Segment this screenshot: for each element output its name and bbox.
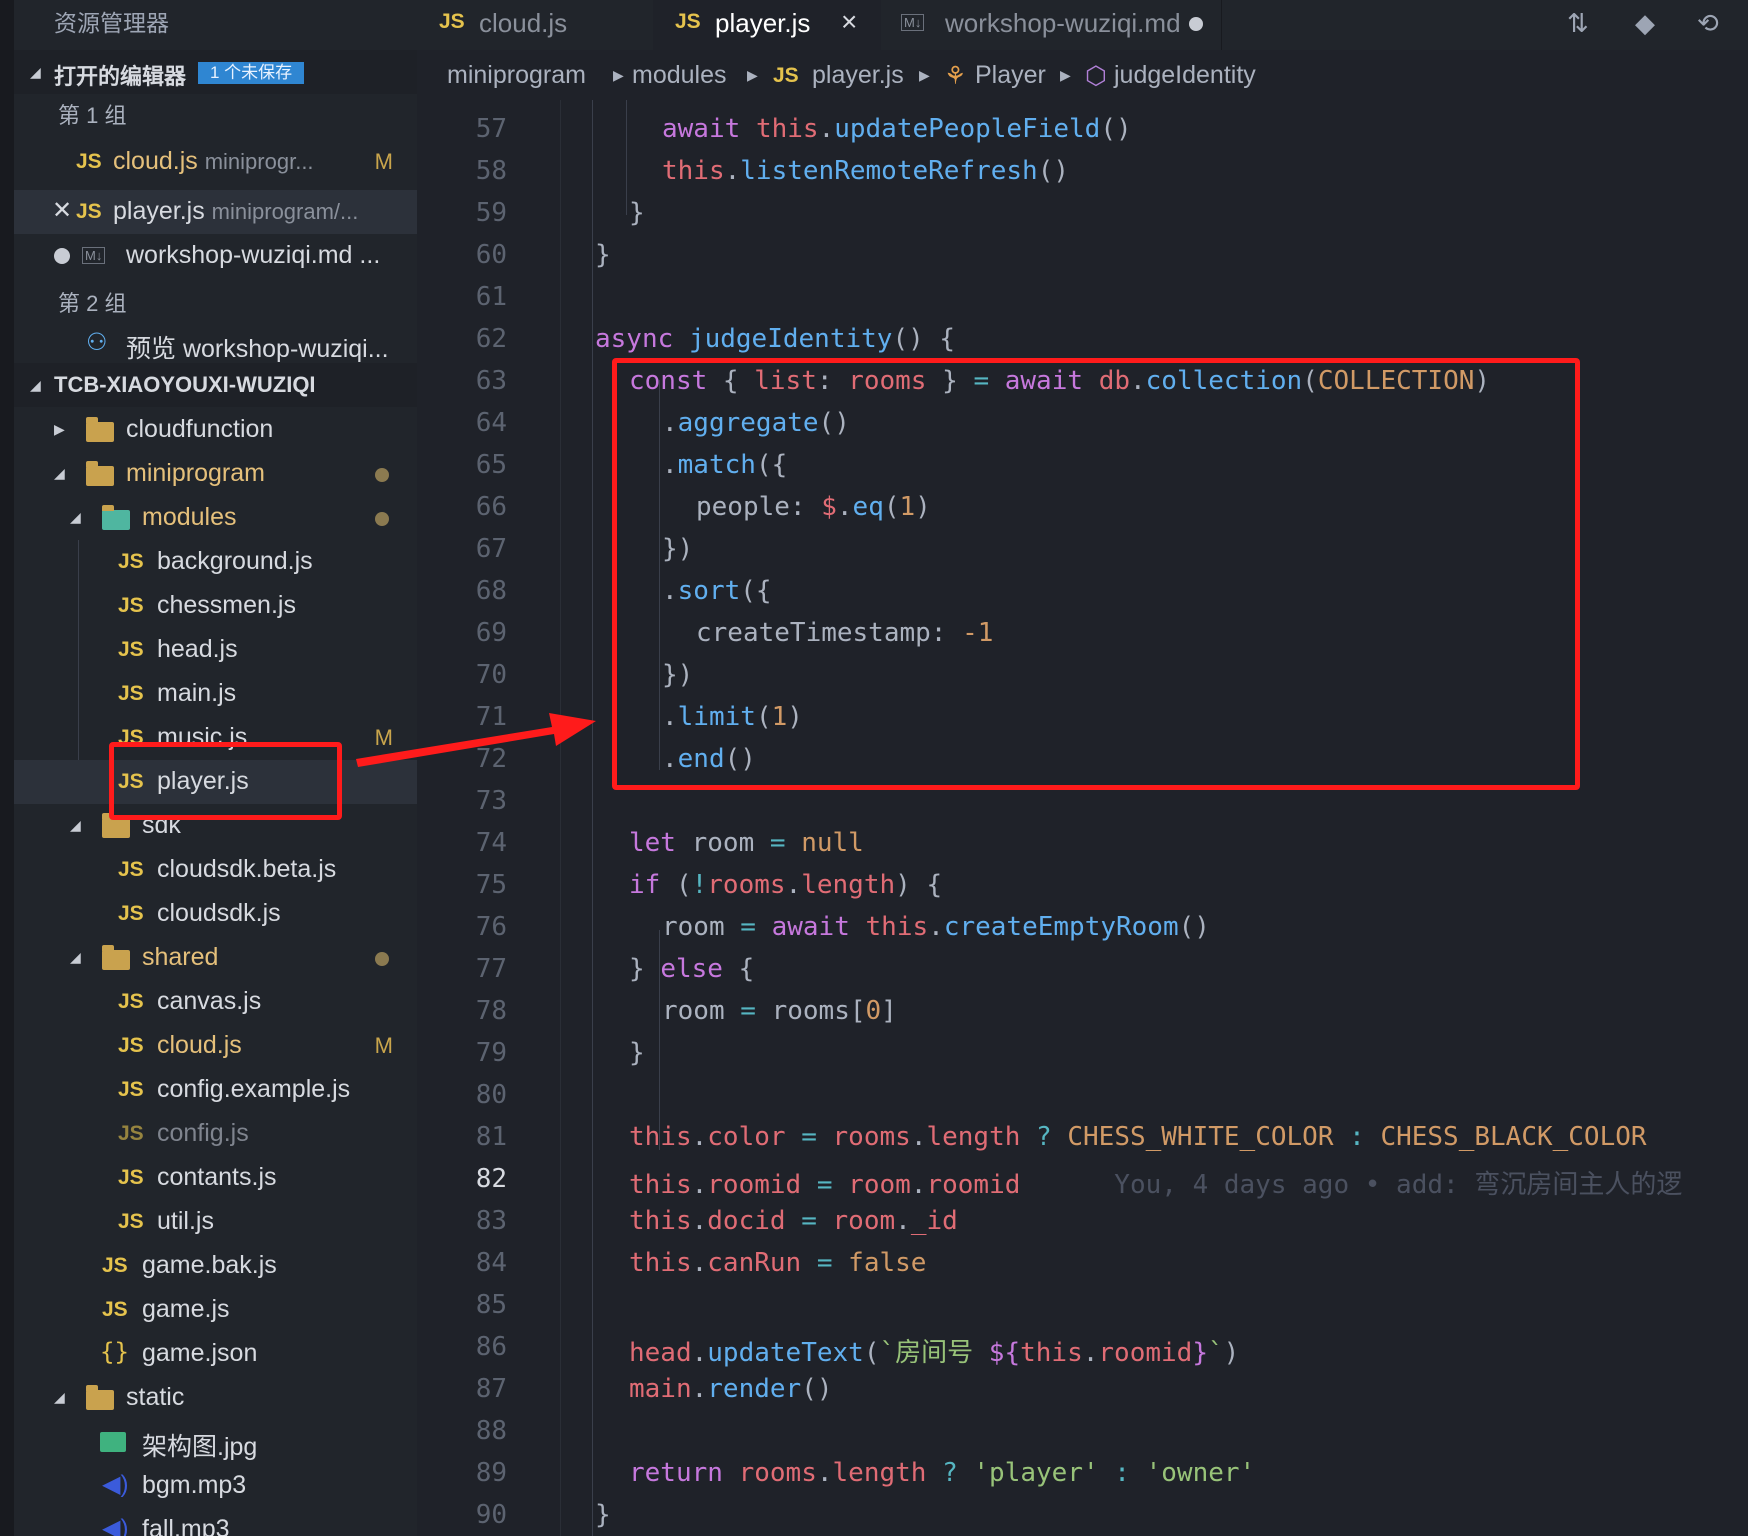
red-arrow-shape xyxy=(356,713,596,767)
annotation-arrow xyxy=(356,713,596,767)
